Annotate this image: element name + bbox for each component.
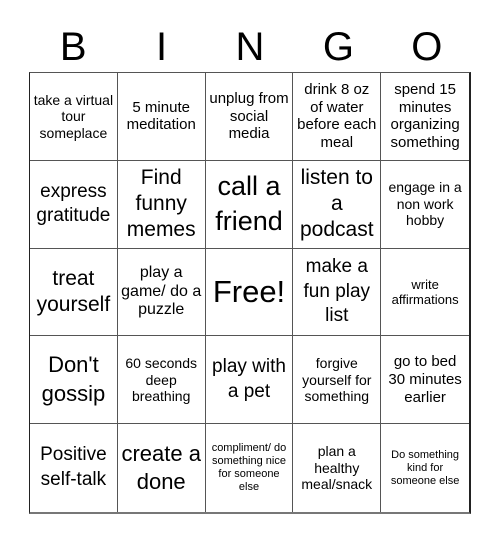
bingo-cell[interactable]: go to bed 30 minutes earlier	[381, 336, 469, 425]
bingo-cell[interactable]: create a done	[118, 424, 206, 512]
bingo-cell[interactable]: call a friend	[205, 160, 294, 249]
bingo-cell[interactable]: plan a healthy meal/snack	[293, 424, 382, 512]
bingo-cell[interactable]: express gratitude	[30, 160, 118, 249]
bingo-cell[interactable]: play with a pet	[205, 336, 294, 425]
free-space[interactable]: Free!	[205, 248, 294, 337]
bingo-cell[interactable]: make a fun play list	[293, 248, 382, 337]
header-letter-g: G	[322, 25, 354, 69]
header-letter-b: B	[59, 25, 87, 69]
bingo-cell[interactable]: compliment/ do something nice for someon…	[206, 424, 294, 512]
bingo-cell[interactable]: take a virtual tour someplace	[30, 73, 118, 161]
bingo-cell[interactable]: Do something kind for someone else	[381, 424, 469, 512]
bingo-cell[interactable]: spend 15 minutes organizing something	[381, 73, 469, 161]
bingo-cell[interactable]: drink 8 oz of water before each meal	[293, 73, 382, 161]
header-letter-o: O	[411, 25, 443, 69]
bingo-cell[interactable]: unplug from social media	[205, 73, 294, 161]
bingo-header: B I N G O	[29, 22, 471, 72]
bingo-cell[interactable]: play a game/ do a puzzle	[117, 248, 206, 337]
bingo-cell[interactable]: treat yourself	[30, 248, 118, 337]
bingo-cell[interactable]: 60 seconds deep breathing	[117, 336, 206, 425]
header-letter-i: I	[156, 25, 168, 69]
header-letter-n: N	[235, 25, 265, 69]
bingo-cell[interactable]: Find funny memes	[117, 160, 206, 249]
bingo-cell[interactable]: 5 minute meditation	[117, 73, 206, 161]
bingo-cell[interactable]: Positive self-talk	[30, 424, 118, 512]
bingo-cell[interactable]: write affirmations	[381, 249, 469, 337]
bingo-grid: take a virtual tour someplace 5 minute m…	[29, 72, 471, 514]
bingo-cell[interactable]: engage in a non work hobby	[381, 161, 469, 249]
bingo-cell[interactable]: forgive yourself for something	[293, 336, 382, 425]
bingo-cell[interactable]: listen to a podcast	[293, 160, 382, 249]
bingo-cell[interactable]: Don't gossip	[30, 336, 118, 425]
